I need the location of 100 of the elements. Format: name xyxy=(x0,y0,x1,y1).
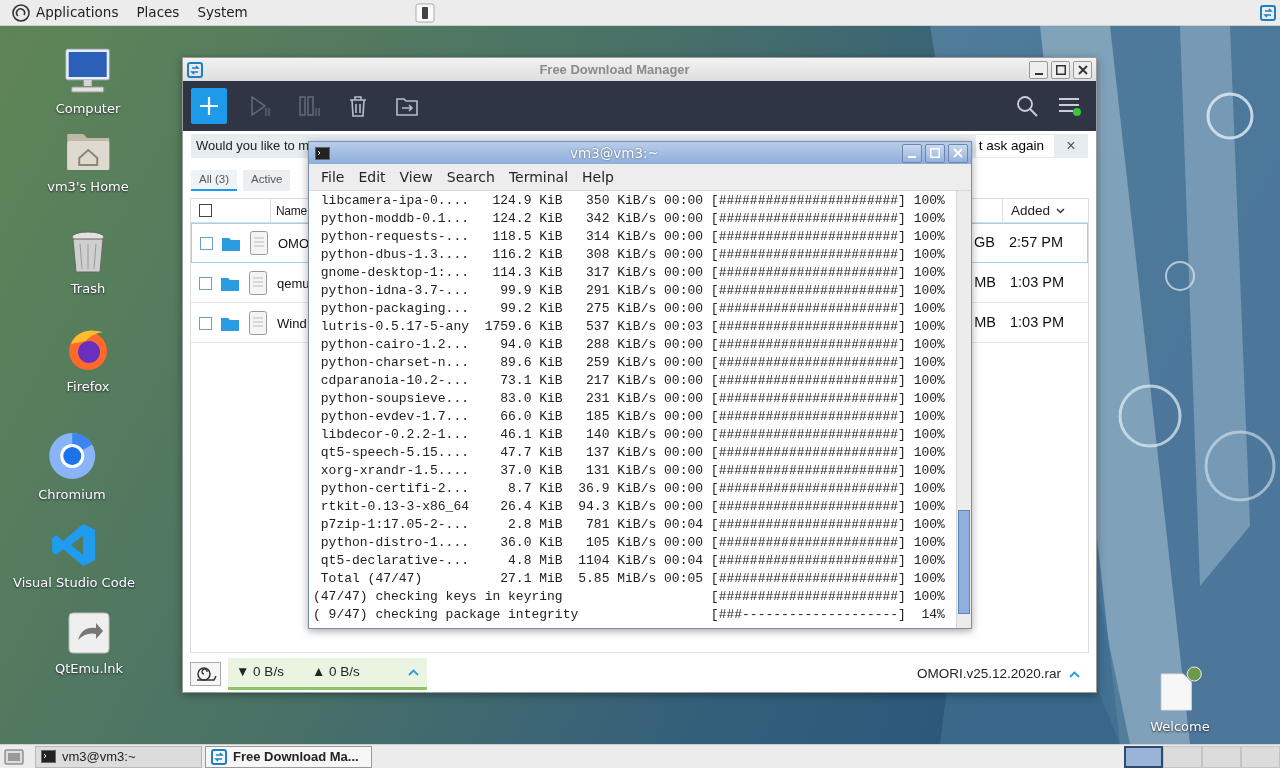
menu-item[interactable]: Terminal xyxy=(501,166,576,188)
search-icon xyxy=(1016,95,1038,117)
menu-item[interactable]: Places xyxy=(127,2,189,23)
chevron-up-icon xyxy=(1069,670,1080,678)
filter-tab[interactable]: All (3) xyxy=(191,170,238,192)
desktop-launcher[interactable]: vm3's Home xyxy=(47,130,129,197)
terminal-line: python-distro-1.... 36.0 KiB 105 KiB/s 00:00 [#######################] 100% xyxy=(319,534,946,552)
maximize-icon xyxy=(1055,64,1066,75)
folder-arrow-icon xyxy=(396,96,418,116)
row-checkbox[interactable] xyxy=(199,276,212,290)
menu-item[interactable]: Edit xyxy=(351,166,393,188)
terminal-line: gnome-desktop-1:... 114.3 KiB 317 KiB/s 00:00 [#######################] 100% xyxy=(319,264,946,282)
desktop-launcher[interactable]: Trash xyxy=(68,230,108,299)
close-button[interactable]: × xyxy=(1054,134,1088,158)
file-size: GB xyxy=(974,233,995,253)
file-icon xyxy=(250,231,268,256)
file-size: MB xyxy=(974,313,996,333)
folder-icon xyxy=(221,275,239,291)
app-logo-icon xyxy=(211,748,227,765)
speed-mode-button[interactable] xyxy=(190,662,221,686)
column-header[interactable]: Added xyxy=(1002,199,1088,223)
folder-icon xyxy=(222,235,240,251)
terminal-line: python-dbus-1.3.... 116.2 KiB 308 KiB/s 00:00 [#######################] 100% xyxy=(319,246,946,264)
window-title: vm3@vm3:~ xyxy=(569,143,660,163)
desktop-launcher[interactable]: QtEmu.lnk xyxy=(55,612,123,679)
dismiss-button[interactable]: t ask again xyxy=(975,135,1054,157)
filter-tab[interactable]: Active xyxy=(243,170,291,192)
terminal-line: Total (47/47) 27.1 MiB 5.85 MiB/s 00:05 [#######################] 100% xyxy=(319,570,946,588)
menu-icon xyxy=(1057,95,1081,117)
menu-item[interactable]: Applications xyxy=(30,2,128,23)
menu-item[interactable]: File xyxy=(314,166,352,188)
file-size: MB xyxy=(974,273,996,293)
menu-item[interactable]: Search xyxy=(439,166,502,188)
terminal-line: python-idna-3.7-... 99.9 KiB 291 KiB/s 00:00 [#######################] 100% xyxy=(319,282,946,300)
code-editor-icon xyxy=(51,522,97,568)
browser-icon xyxy=(48,432,96,480)
desktop-launcher[interactable]: Firefox xyxy=(65,326,111,397)
terminal-line: python-charset-n... 89.6 KiB 259 KiB/s 00:00 [#######################] 100% xyxy=(319,354,946,372)
computer-icon xyxy=(64,48,112,94)
current-file-name[interactable]: OMORI.v25.12.2020.rar xyxy=(916,663,1061,685)
desktop-launcher[interactable]: Computer xyxy=(55,48,121,119)
close-icon xyxy=(1077,64,1088,75)
file-icon xyxy=(249,311,267,336)
date-added: 1:03 PM xyxy=(1010,273,1065,293)
upload-speed: ▲ 0 B/s xyxy=(311,663,360,682)
scrollbar-thumb[interactable] xyxy=(958,510,970,614)
terminal-line: python-cairo-1.2... 94.0 KiB 288 KiB/s 00:00 [#######################] 100% xyxy=(319,336,946,354)
row-checkbox[interactable] xyxy=(200,236,213,250)
terminal-line: python-packaging... 99.2 KiB 275 KiB/s 00:00 [#######################] 100% xyxy=(319,300,946,318)
speed-panel[interactable]: ▼ 0 B/s ▲ 0 B/s xyxy=(228,658,427,690)
terminal-line: xorg-xrandr-1.5.... 37.0 KiB 131 KiB/s 00:00 [#######################] 100% xyxy=(319,462,946,480)
terminal-line: qt5-speech-5.15.... 47.7 KiB 137 KiB/s 00:00 [#######################] 100% xyxy=(319,444,946,462)
terminal-line: cdparanoia-10.2-... 73.1 KiB 217 KiB/s 00:00 [#######################] 100% xyxy=(319,372,946,390)
maximize-button[interactable] xyxy=(1051,60,1070,79)
menu-item[interactable]: Help xyxy=(575,166,621,188)
play-icon xyxy=(248,94,272,118)
close-button[interactable] xyxy=(1073,60,1092,79)
terminal-line: python-moddb-0.1... 124.2 KiB 342 KiB/s 00:00 [#######################] 100% xyxy=(319,210,946,228)
row-checkbox[interactable] xyxy=(199,316,212,330)
chevron-down-icon xyxy=(1056,207,1066,214)
select-all-checkbox[interactable] xyxy=(199,204,212,218)
workspace-button[interactable] xyxy=(1124,745,1163,768)
plus-icon xyxy=(199,96,219,116)
minimize-button[interactable] xyxy=(1029,60,1048,79)
desktop-launcher[interactable]: Visual Studio Code xyxy=(13,522,135,593)
snail-icon xyxy=(194,666,217,682)
column-header[interactable]: Name xyxy=(270,199,307,223)
download-speed: ▼ 0 B/s xyxy=(236,663,284,682)
terminal-icon xyxy=(315,146,330,160)
menu-item[interactable]: View xyxy=(392,166,440,188)
trash-icon xyxy=(348,95,368,117)
taskbar-button[interactable]: Free Download Ma... xyxy=(205,745,372,768)
show-desktop-icon xyxy=(4,747,24,766)
file-name: OMO xyxy=(278,234,310,253)
terminal-icon xyxy=(41,750,56,763)
tray-icon xyxy=(1260,4,1276,21)
terminal-line: python-certifi-2... 8.7 KiB 36.9 KiB/s 00:00 [#######################] 100% xyxy=(319,480,946,498)
terminal-line: python-evdev-1.7... 66.0 KiB 185 KiB/s 00:00 [#######################] 100% xyxy=(319,408,946,426)
menu-item[interactable]: System xyxy=(188,2,257,23)
add-button[interactable] xyxy=(191,88,227,124)
scrollbar[interactable] xyxy=(956,191,971,628)
notification-text: Would you like to m xyxy=(196,137,310,156)
minimize-icon xyxy=(1034,72,1043,75)
date-added: 2:57 PM xyxy=(1009,233,1064,253)
applet-icon xyxy=(414,2,435,23)
pause-icon xyxy=(297,94,321,118)
shortcut-icon xyxy=(68,612,110,654)
window-title: Free Download Manager xyxy=(538,60,691,79)
terminal-line: python-requests-... 118.5 KiB 314 KiB/s 00:00 [#######################] 100% xyxy=(319,228,946,246)
date-added: 1:03 PM xyxy=(1010,313,1065,333)
terminal-line: ( 9/47) checking package integrity [###--------------------] 14% xyxy=(313,606,946,624)
terminal-line: python-soupsieve... 83.0 KiB 231 KiB/s 00:00 [#######################] 100% xyxy=(319,390,946,408)
desktop-launcher[interactable]: Chromium xyxy=(38,432,106,505)
terminal-line: rtkit-0.13-3-x86_64 26.4 KiB 94.3 KiB/s 00:00 [#######################] 100% xyxy=(319,498,946,516)
folder-icon xyxy=(221,315,239,331)
file-icon xyxy=(249,271,267,296)
taskbar-button[interactable]: vm3@vm3:~ xyxy=(35,745,202,768)
terminal-line: qt5-declarative-... 4.8 MiB 1104 KiB/s 00:04 [#######################] 100% xyxy=(319,552,946,570)
minimize-icon xyxy=(908,156,916,158)
maximize-icon xyxy=(930,148,940,158)
